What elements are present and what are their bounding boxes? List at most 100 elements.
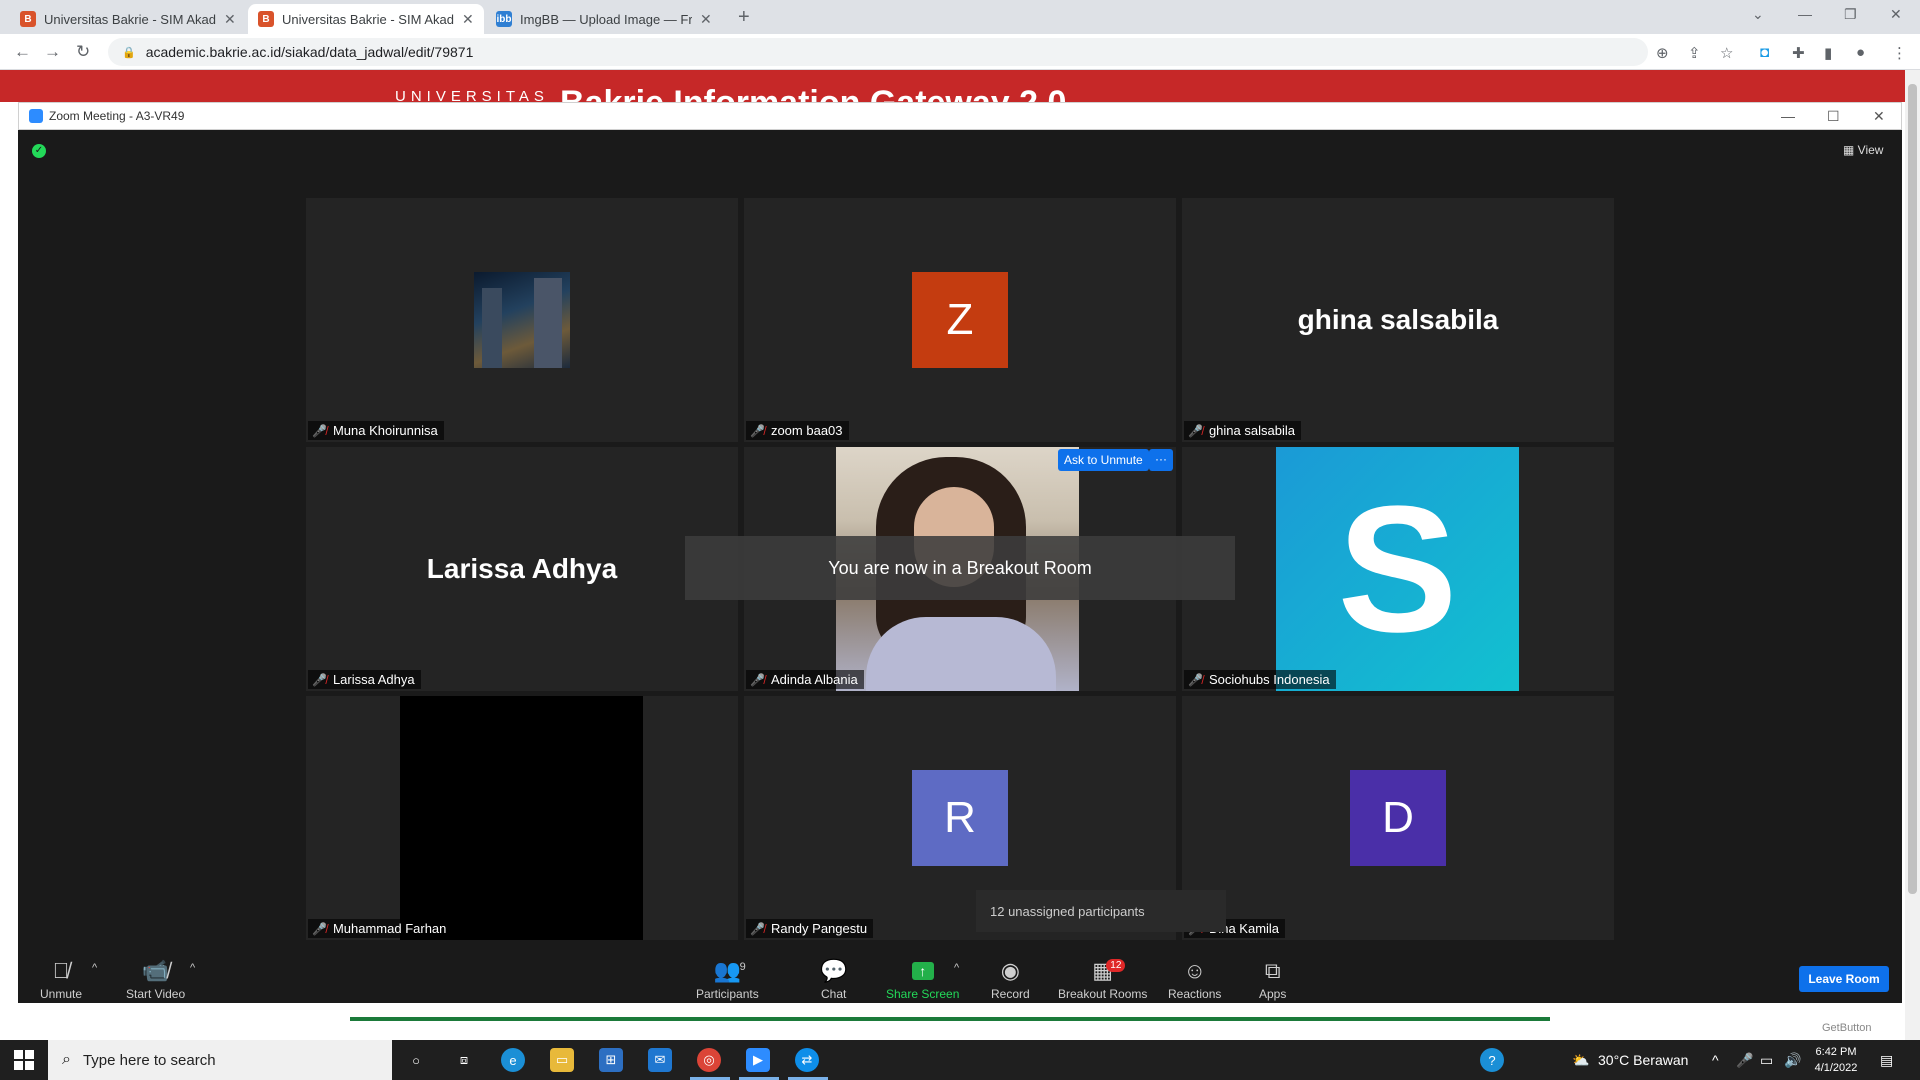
- apps-label: Apps: [1259, 987, 1287, 1001]
- avatar: Z: [912, 272, 1008, 368]
- mail-icon[interactable]: ✉: [648, 1048, 672, 1072]
- back-icon[interactable]: ←: [14, 42, 31, 62]
- tray-expand-icon[interactable]: ^: [1712, 1052, 1719, 1068]
- forward-icon[interactable]: →: [44, 42, 61, 62]
- avatar-initial: R: [944, 793, 976, 842]
- scrollbar-thumb[interactable]: [1908, 84, 1917, 894]
- video-tile[interactable]: Z 🎤̸ zoom baa03: [744, 198, 1176, 442]
- more-options-button[interactable]: ···: [1149, 449, 1173, 471]
- browser-tab-3[interactable]: ibb ImgBB — Upload Image — Free ✕: [486, 4, 722, 34]
- tab-search-icon[interactable]: ⌄: [1752, 6, 1764, 23]
- bookmark-star-icon[interactable]: ☆: [1720, 44, 1733, 62]
- weather-text[interactable]: 30°C Berawan: [1598, 1052, 1688, 1068]
- menu-kebab-icon[interactable]: ⋮: [1892, 44, 1907, 62]
- record-button[interactable]: ◉ Record: [991, 957, 1030, 1001]
- puzzle-extensions-icon[interactable]: ✚: [1792, 44, 1805, 62]
- apps-button[interactable]: ⧉ Apps: [1259, 957, 1286, 1001]
- muted-mic-icon: 🎤̸: [750, 423, 765, 438]
- close-tab-icon[interactable]: ✕: [700, 11, 712, 28]
- close-window-icon[interactable]: ✕: [1890, 6, 1902, 23]
- share-icon[interactable]: ⇪: [1688, 44, 1701, 62]
- video-tile[interactable]: 🎤̸ Muhammad Farhan: [306, 696, 738, 940]
- getbutton-label[interactable]: GetButton: [1822, 1022, 1872, 1034]
- participant-nameplate: 🎤̸ Sociohubs Indonesia: [1184, 670, 1336, 689]
- muted-mic-icon: 🎤̸: [1188, 672, 1203, 687]
- volume-icon[interactable]: 🔊: [1784, 1052, 1801, 1069]
- teamviewer-icon[interactable]: ⇄: [795, 1048, 819, 1072]
- task-view-icon[interactable]: ⧈: [452, 1048, 476, 1072]
- share-screen-label: Share Screen: [886, 987, 960, 1001]
- side-panel-icon[interactable]: ▮: [1824, 44, 1832, 62]
- apps-icon: ⧉: [1264, 958, 1281, 983]
- zoom-close-icon[interactable]: ✕: [1873, 108, 1885, 125]
- zoom-minimize-icon[interactable]: —: [1781, 108, 1795, 124]
- video-tile[interactable]: Larissa Adhya 🎤̸ Larissa Adhya: [306, 447, 738, 691]
- view-button[interactable]: ▦ View: [1843, 143, 1883, 157]
- imgbb-favicon-icon: ibb: [496, 11, 512, 27]
- minimize-icon[interactable]: —: [1798, 6, 1812, 22]
- video-options-caret-icon[interactable]: ^: [190, 962, 195, 974]
- reload-icon[interactable]: ↻: [76, 42, 90, 62]
- microphone-tray-icon[interactable]: 🎤: [1736, 1052, 1753, 1069]
- zoom-taskbar-icon[interactable]: ▶: [746, 1048, 770, 1072]
- reactions-button[interactable]: ☺ Reactions: [1168, 957, 1221, 1001]
- webpage-title: Bakrie Information Gateway 2.0: [560, 84, 1066, 102]
- breakout-rooms-label: Breakout Rooms: [1058, 987, 1148, 1001]
- zoom-maximize-icon[interactable]: ☐: [1827, 108, 1840, 125]
- new-tab-icon[interactable]: +: [738, 6, 750, 29]
- page-scrollbar[interactable]: [1905, 70, 1920, 1040]
- encryption-shield-icon[interactable]: ✓: [32, 144, 46, 158]
- participant-name: Muhammad Farhan: [332, 921, 447, 936]
- participant-display-name: ghina salsabila: [1297, 304, 1499, 335]
- site-favicon-icon: B: [20, 11, 36, 27]
- participant-nameplate: 🎤̸ Larissa Adhya: [308, 670, 421, 689]
- store-icon[interactable]: ⊞: [599, 1048, 623, 1072]
- browser-tab-1[interactable]: B Universitas Bakrie - SIM Akademik ✕: [10, 4, 246, 34]
- participant-display-name: Larissa Adhya: [426, 553, 618, 584]
- record-icon: ◉: [1000, 958, 1020, 983]
- share-screen-button[interactable]: ↑ Share Screen: [886, 957, 959, 1001]
- leave-room-button[interactable]: Leave Room: [1799, 966, 1889, 992]
- participants-button[interactable]: 👥 9 Participants: [696, 957, 759, 1001]
- edge-icon[interactable]: e: [501, 1048, 525, 1072]
- chat-button[interactable]: 💬 Chat: [820, 957, 847, 1001]
- close-tab-icon[interactable]: ✕: [462, 11, 474, 28]
- file-explorer-icon[interactable]: ▭: [550, 1048, 574, 1072]
- breakout-rooms-button[interactable]: ▦ 12 Breakout Rooms: [1058, 957, 1147, 1001]
- network-icon[interactable]: ▭: [1760, 1052, 1773, 1069]
- share-options-caret-icon[interactable]: ^: [954, 962, 959, 974]
- video-tile[interactable]: ghina salsabila 🎤̸ ghina salsabila: [1182, 198, 1614, 442]
- close-tab-icon[interactable]: ✕: [224, 11, 236, 28]
- sociohubs-logo: S: [1276, 447, 1519, 691]
- notifications-icon[interactable]: ▤: [1880, 1052, 1893, 1069]
- reactions-label: Reactions: [1168, 987, 1222, 1001]
- profile-avatar-icon[interactable]: ●: [1856, 44, 1865, 61]
- address-bar[interactable]: 🔒 academic.bakrie.ac.id/siakad/data_jadw…: [108, 38, 1648, 66]
- start-video-label: Start Video: [126, 987, 186, 1001]
- video-tile[interactable]: 🎤̸ Muna Khoirunnisa: [306, 198, 738, 442]
- webpage-divider: [350, 1017, 1550, 1021]
- ask-to-unmute-button[interactable]: Ask to Unmute: [1058, 449, 1149, 471]
- weather-icon[interactable]: ⛅: [1572, 1052, 1589, 1069]
- video-off-icon: 📹̸: [141, 958, 170, 983]
- cortana-icon[interactable]: ○: [404, 1048, 428, 1072]
- windows-start-icon[interactable]: [14, 1050, 34, 1070]
- browser-tab-2[interactable]: B Universitas Bakrie - SIM Akademik ✕: [248, 4, 484, 34]
- start-video-button[interactable]: 📹̸ Start Video: [126, 957, 185, 1001]
- participant-nameplate: 🎤̸ Adinda Albania: [746, 670, 864, 689]
- restore-icon[interactable]: ❐: [1844, 6, 1857, 23]
- video-tile[interactable]: D 🎤̸Dina Kamila: [1182, 696, 1614, 940]
- participant-nameplate: 🎤̸ zoom baa03: [746, 421, 849, 440]
- taskbar-clock[interactable]: 6:42 PM 4/1/2022: [1806, 1044, 1866, 1076]
- logo-letter: S: [1337, 468, 1458, 670]
- chat-bubble-icon: 💬: [820, 958, 848, 983]
- audio-options-caret-icon[interactable]: ^: [92, 962, 97, 974]
- help-icon[interactable]: ?: [1480, 1048, 1504, 1072]
- taskbar-search-box[interactable]: ⌕ Type here to search: [48, 1040, 392, 1080]
- zoom-lens-icon[interactable]: ⊕: [1656, 44, 1669, 62]
- video-tile[interactable]: S 🎤̸ Sociohubs Indonesia: [1182, 447, 1614, 691]
- participant-name: zoom baa03: [770, 423, 843, 438]
- extension-icon[interactable]: ◘: [1760, 44, 1769, 61]
- unmute-button[interactable]: 🎙̸ Unmute: [40, 957, 82, 1001]
- chrome-icon[interactable]: ◎: [697, 1048, 721, 1072]
